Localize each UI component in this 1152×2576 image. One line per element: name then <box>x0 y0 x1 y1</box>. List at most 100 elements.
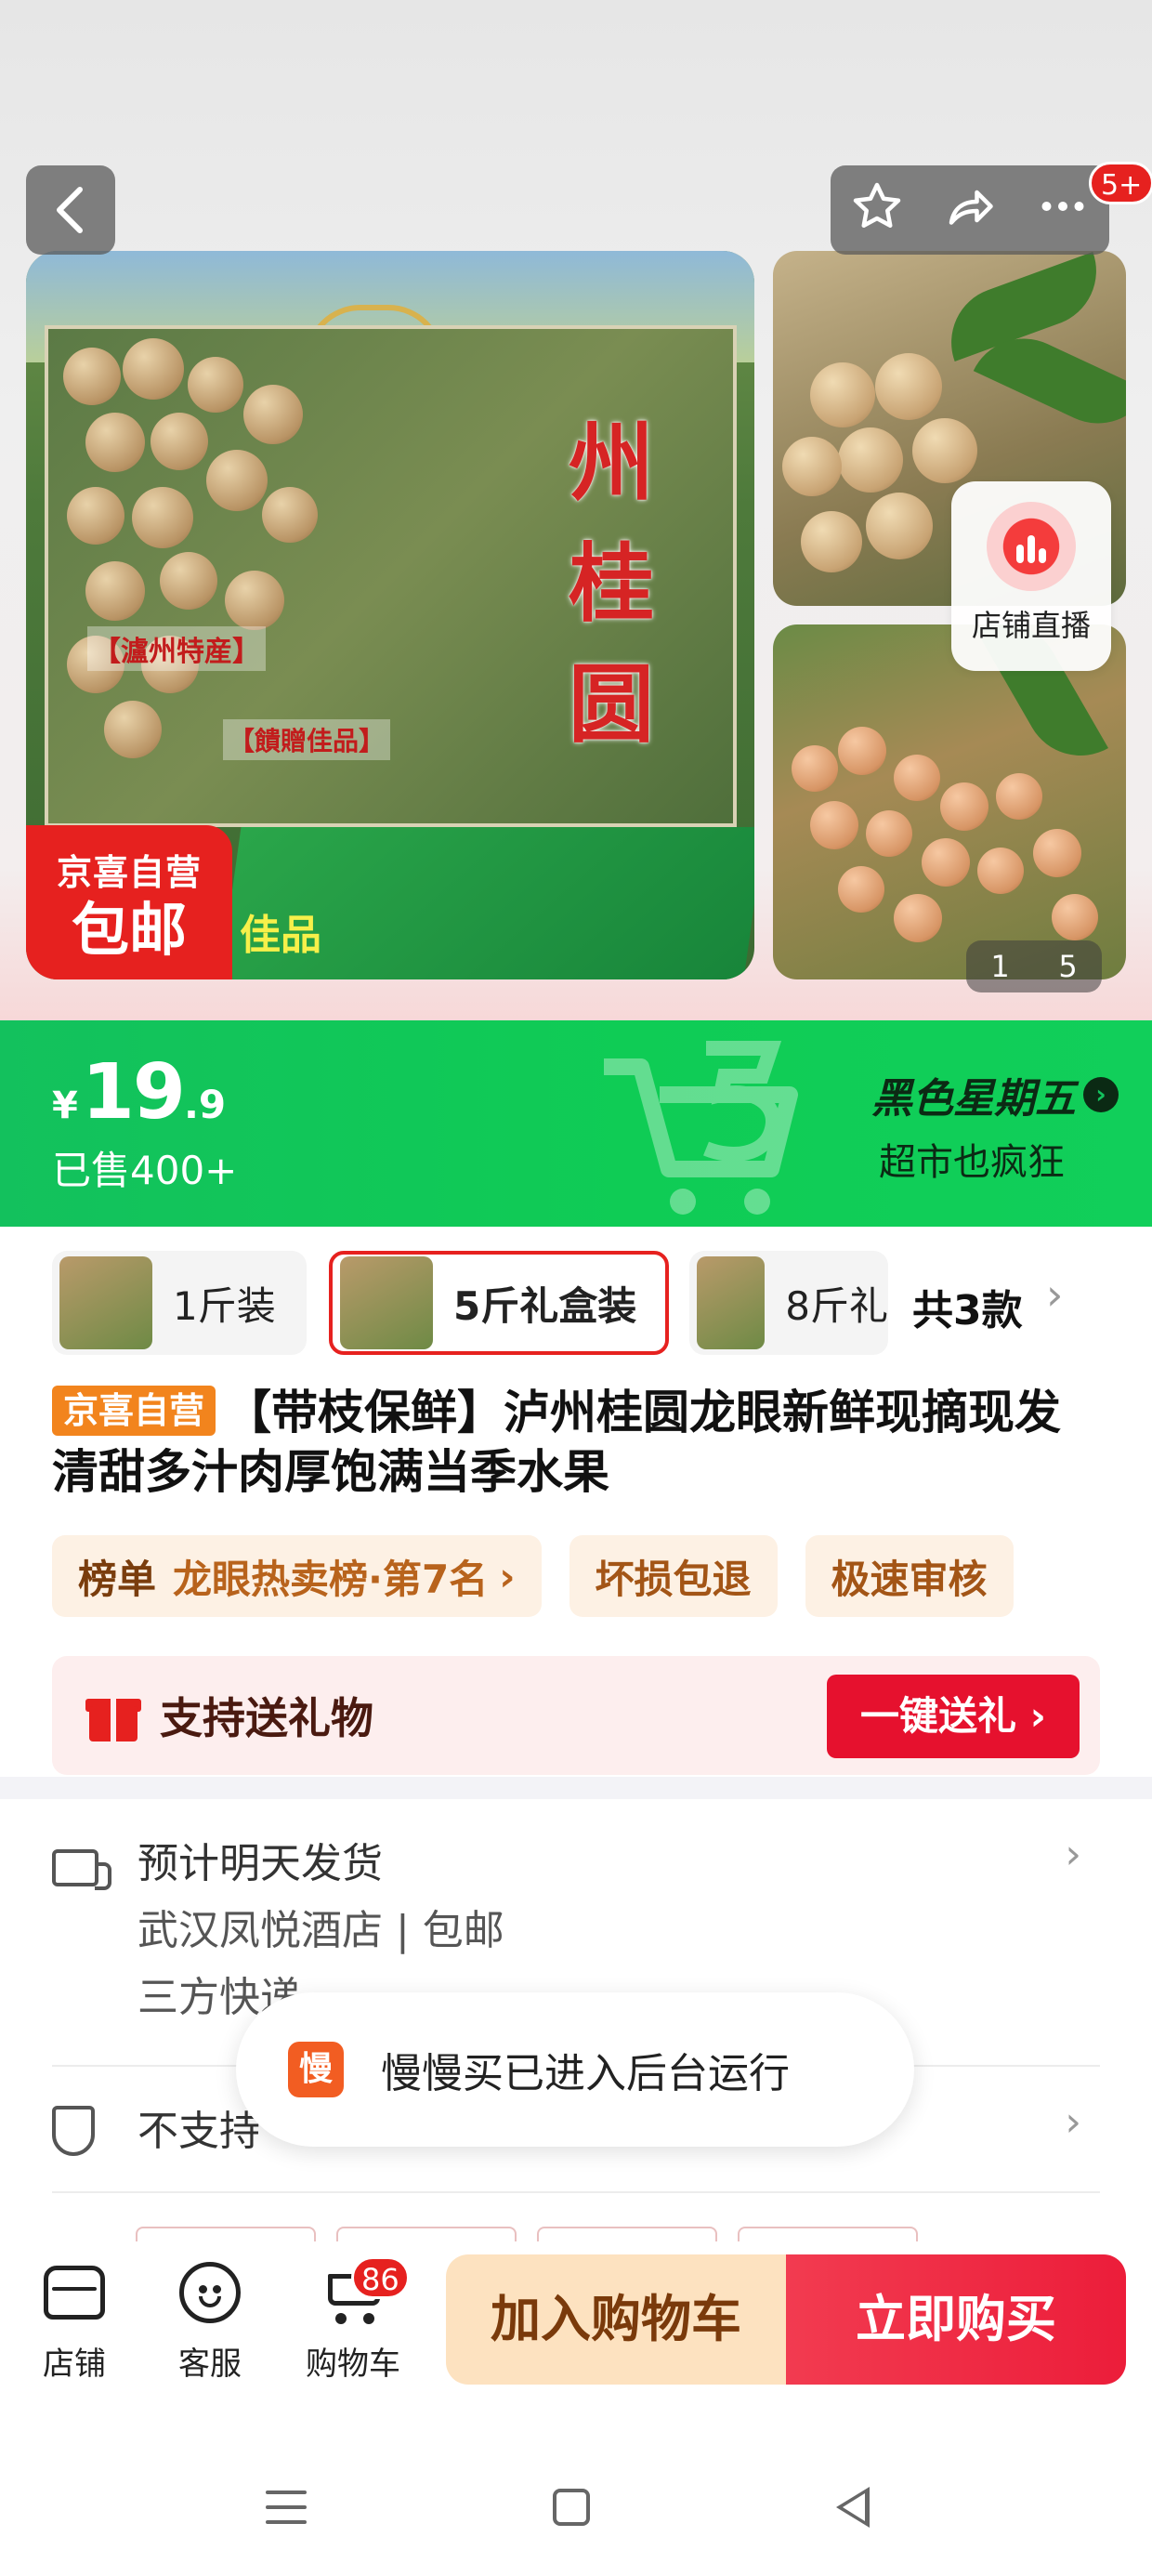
share-button[interactable] <box>942 178 998 243</box>
sku-option-2-selected[interactable]: 5斤礼盒装 <box>329 1251 669 1355</box>
rank-value: 龙眼热卖榜·第7名 <box>173 1556 489 1602</box>
fruit <box>160 552 217 610</box>
live-broadcast-icon <box>987 502 1076 591</box>
sold-count: 已售400+ <box>52 1148 238 1193</box>
sku-count[interactable]: 共3款 <box>912 1277 1023 1336</box>
star-icon <box>853 182 901 228</box>
badge-line-1: 京喜自营 <box>56 852 202 893</box>
send-gift-button[interactable]: 一键送礼 › <box>827 1675 1080 1758</box>
menu-icon[interactable] <box>266 2491 307 2535</box>
sku-thumbnail <box>697 1256 766 1349</box>
image-counter: 1 5 <box>966 940 1102 992</box>
fruit <box>866 810 912 857</box>
fruit <box>85 413 145 472</box>
promo-subtitle: 超市也疯狂 <box>879 1141 1065 1184</box>
fruit <box>132 487 193 548</box>
back-button[interactable] <box>26 165 115 255</box>
service-label: 客服 <box>178 2346 242 2383</box>
chevron-right-circle-icon: › <box>1083 1077 1119 1112</box>
rank-key: 榜单 <box>78 1556 157 1602</box>
system-navigation-bar <box>0 2435 1152 2576</box>
product-detail-page: 泸 州 桂 圆 【瀘州特産】 【饋贈佳品】 佳品 京喜自营 包邮 <box>0 0 1152 2576</box>
customer-service-icon <box>179 2262 241 2323</box>
sku-option-3[interactable]: 8斤礼 <box>689 1251 888 1355</box>
send-gift-label: 一键送礼 <box>860 1693 1017 1739</box>
policy-text: 不支持 <box>137 2108 260 2155</box>
chevron-right-icon: › <box>1065 1831 1081 1878</box>
favorite-button[interactable] <box>849 178 905 243</box>
notification-badge: 5+ <box>1089 162 1152 204</box>
sku-name: 5斤礼盒装 <box>453 1282 637 1329</box>
background-running-toast: 慢 慢慢买已进入后台运行 <box>236 1992 914 2147</box>
cart-count-badge: 86 <box>351 2256 410 2299</box>
price-integer: 19 <box>81 1048 186 1137</box>
chevron-right-icon: › <box>1065 2098 1081 2146</box>
sku-name: 1斤装 <box>173 1282 276 1329</box>
ship-eta: 预计明天发货 <box>137 1840 383 1887</box>
ranking-tag[interactable]: 榜单 龙眼热卖榜·第7名 › <box>52 1535 542 1617</box>
fruit <box>262 487 318 543</box>
chevron-right-icon[interactable]: › <box>1046 1269 1063 1320</box>
fruit <box>188 357 243 413</box>
thumbnail-image-2[interactable] <box>773 624 1126 979</box>
chevron-right-icon: › <box>499 1553 516 1599</box>
store-icon <box>44 2266 105 2320</box>
fruit <box>104 701 162 758</box>
fruit <box>85 561 145 621</box>
chevron-left-icon <box>57 187 83 233</box>
section-divider <box>0 1777 1152 1799</box>
store-label: 店铺 <box>43 2346 106 2383</box>
fruit <box>996 773 1042 820</box>
cart-five-decoration-icon <box>604 1041 798 1215</box>
customer-service-button[interactable]: 客服 <box>154 2254 266 2384</box>
sku-option-1[interactable]: 1斤装 <box>52 1251 307 1355</box>
fruit <box>940 782 988 831</box>
price-decimal: .9 <box>183 1082 227 1127</box>
sku-thumbnail <box>340 1256 433 1349</box>
price-currency: ¥ <box>52 1084 78 1127</box>
more-button[interactable] <box>1035 178 1091 243</box>
home-icon[interactable] <box>553 2489 590 2526</box>
ship-address: 武汉凤悦酒店 | 包邮 <box>137 1907 504 1954</box>
top-action-bar <box>831 165 1109 255</box>
fast-review-tag: 极速审核 <box>805 1535 1014 1617</box>
gift-box-image: 泸 州 桂 圆 【瀘州特産】 【饋贈佳品】 <box>45 325 737 827</box>
fruit <box>922 838 970 887</box>
truck-icon <box>52 1849 111 1890</box>
sku-thumbnail <box>59 1256 152 1349</box>
store-live-button[interactable]: 店铺直播 <box>951 481 1111 671</box>
fruit <box>810 362 875 427</box>
fruit <box>1033 829 1081 877</box>
live-label: 店铺直播 <box>971 608 1091 643</box>
cart-label: 购物车 <box>306 2346 400 2383</box>
jingxi-free-shipping-badge: 京喜自营 包邮 <box>26 825 232 979</box>
fruit <box>838 427 903 493</box>
fruit <box>151 413 208 470</box>
back-triangle-icon[interactable] <box>836 2487 870 2528</box>
box-label-gift: 【饋贈佳品】 <box>223 719 391 760</box>
image-gallery: 泸 州 桂 圆 【瀘州特産】 【饋贈佳品】 佳品 京喜自营 包邮 <box>0 0 1152 1020</box>
fruit <box>67 487 124 545</box>
box-label-specialty: 【瀘州特産】 <box>87 626 266 671</box>
jingxi-self-operated-badge: 京喜自营 <box>52 1386 216 1436</box>
add-to-cart-button[interactable]: 加入购物车 <box>446 2254 786 2385</box>
share-icon <box>949 190 993 225</box>
gift-label: 支持送礼物 <box>160 1693 373 1743</box>
fruit <box>912 418 977 483</box>
fruit <box>123 338 184 400</box>
counter-current: 1 <box>990 949 1010 984</box>
fruit <box>866 493 933 559</box>
fruit <box>206 450 268 511</box>
fruit <box>977 848 1024 894</box>
black-friday-promo[interactable]: 黑色星期五 › <box>871 1065 1119 1124</box>
shield-icon <box>52 2106 95 2156</box>
fruit <box>838 866 884 913</box>
store-button[interactable]: 店铺 <box>19 2254 130 2384</box>
more-dots-icon <box>1041 201 1084 211</box>
fruit <box>801 511 862 572</box>
fruit <box>782 437 842 496</box>
fruit <box>894 755 940 801</box>
buy-now-button[interactable]: 立即购买 <box>786 2254 1126 2385</box>
fruit <box>63 348 121 405</box>
fruit <box>838 727 886 775</box>
